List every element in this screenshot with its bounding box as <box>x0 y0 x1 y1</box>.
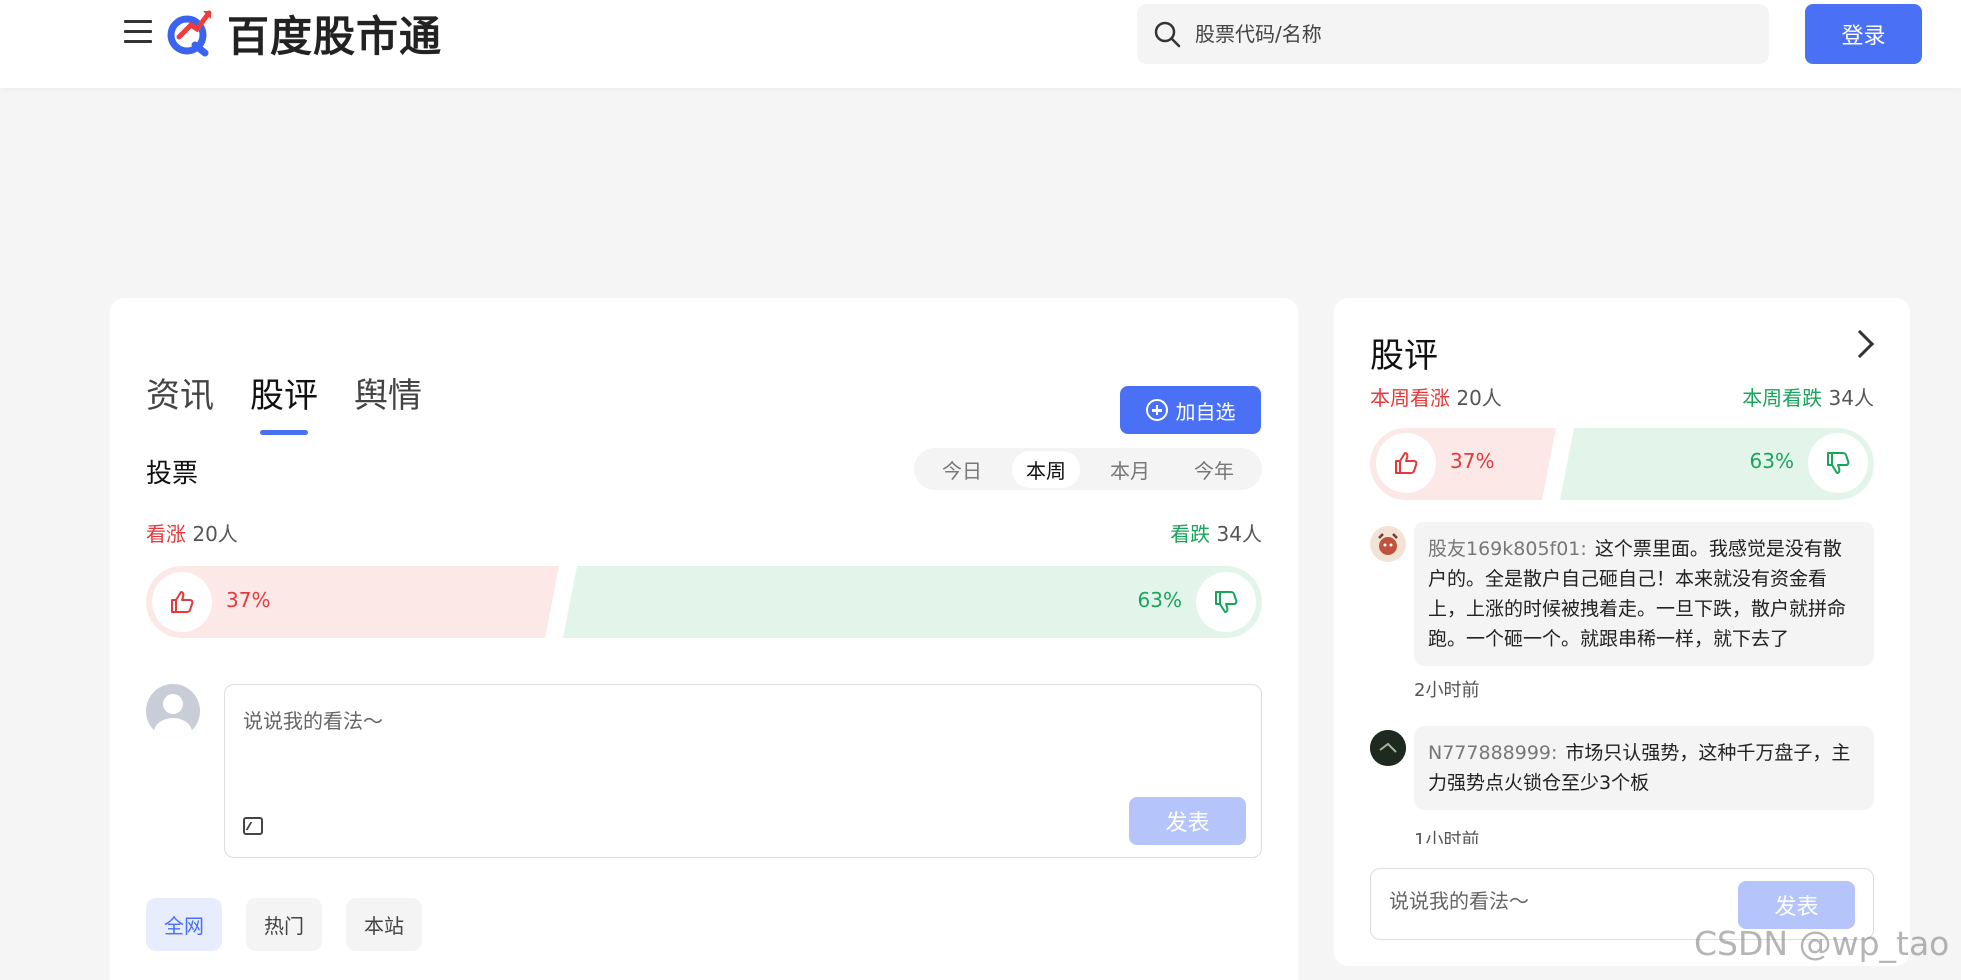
vote-up-button[interactable] <box>152 572 212 632</box>
vote-count-row: 看涨 20人 看跌 34人 <box>146 518 1262 547</box>
commenter-avatar[interactable] <box>1370 730 1406 766</box>
period-today[interactable]: 今日 <box>928 451 996 488</box>
thumbs-down-icon <box>1215 591 1238 613</box>
cartoon-avatar-icon <box>1378 533 1398 555</box>
commenter-avatar[interactable] <box>1370 526 1406 562</box>
up-count-value: 20人 <box>192 522 238 546</box>
side-vote-bar: 37% 63% <box>1370 428 1874 500</box>
down-count: 看跌 34人 <box>1170 518 1262 547</box>
comment-user[interactable]: N777888999: <box>1428 742 1557 764</box>
submit-comment-button[interactable]: 发表 <box>1129 797 1246 845</box>
thumbs-up-icon <box>171 591 194 613</box>
side-submit-button[interactable]: 发表 <box>1738 881 1855 929</box>
watermark: CSDN @wp_tao <box>1694 924 1950 963</box>
up-label: 看涨 <box>146 522 186 546</box>
filter-all[interactable]: 全网 <box>146 898 222 951</box>
search-input[interactable] <box>1195 22 1755 46</box>
search-bar[interactable] <box>1137 4 1769 64</box>
image-upload-icon[interactable] <box>243 817 263 835</box>
vote-title: 投票 <box>146 459 199 489</box>
side-vote-count-row: 本周看涨 20人 本周看跌 34人 <box>1370 382 1874 411</box>
down-percent: 63% <box>1137 588 1182 612</box>
logo-mark-icon <box>167 10 212 57</box>
down-label: 看跌 <box>1170 522 1211 546</box>
search-icon <box>1154 21 1181 48</box>
comment-item: 股友169k805f01: 这个票里面。我感觉是没有散户的。全是散户自己砸自己！本… <box>1370 522 1874 722</box>
side-down-count-value: 34人 <box>1828 386 1874 410</box>
comment-user[interactable]: 股友169k805f01: <box>1428 538 1587 560</box>
comment-time: 2小时前 <box>1414 680 1480 701</box>
side-down-count: 本周看跌 34人 <box>1742 382 1874 411</box>
filter-hot[interactable]: 热门 <box>246 898 322 951</box>
period-week[interactable]: 本周 <box>1012 450 1080 488</box>
period-selector: 今日 本周 本月 今年 <box>914 448 1262 490</box>
tab-stock-comments[interactable]: 股评 <box>250 368 318 435</box>
tab-public-opinion[interactable]: 舆情 <box>354 368 422 435</box>
side-comment-input[interactable] <box>1389 889 1719 913</box>
side-vote-down-button[interactable] <box>1808 433 1868 493</box>
add-watchlist-label: 加自选 <box>1175 399 1236 424</box>
comment-item: N777888999: 市场只认强势，这种千万盘子，主力强势点火锁仓至少3个板 1… <box>1370 726 1874 850</box>
thumbs-up-icon <box>1395 452 1418 474</box>
top-header: 百度股市通 登录 <box>0 0 1961 88</box>
add-watchlist-button[interactable]: 加自选 <box>1120 386 1261 434</box>
side-title: 股评 <box>1370 336 1438 376</box>
comment-time: 1小时前 <box>1414 830 1480 844</box>
comment-box: 发表 <box>224 684 1262 858</box>
tab-bar: 资讯 股评 舆情 <box>146 368 422 435</box>
down-count-value: 34人 <box>1216 522 1262 546</box>
main-card: 资讯 股评 舆情 加自选 投票 今日 本周 本月 今年 看涨 20人 看跌 34… <box>110 298 1298 980</box>
filter-row: 全网 热门 本站 <box>146 898 422 951</box>
up-percent: 37% <box>226 588 271 612</box>
side-up-label: 本周看涨 <box>1370 386 1450 410</box>
side-down-percent: 63% <box>1749 449 1794 473</box>
comment-bubble: N777888999: 市场只认强势，这种千万盘子，主力强势点火锁仓至少3个板 <box>1414 726 1874 810</box>
plus-circle-icon <box>1145 399 1168 421</box>
logo[interactable]: 百度股市通 <box>165 4 442 62</box>
comment-bubble: 股友169k805f01: 这个票里面。我感觉是没有散户的。全是散户自己砸自己！本… <box>1414 522 1874 666</box>
login-button[interactable]: 登录 <box>1805 4 1922 64</box>
side-card: 股评 本周看涨 20人 本周看跌 34人 37% 63% 股友169k805f0… <box>1334 298 1910 966</box>
side-up-count: 本周看涨 20人 <box>1370 382 1502 411</box>
side-up-percent: 37% <box>1450 449 1495 473</box>
chevron-right-icon[interactable] <box>1845 329 1875 359</box>
vote-down-button[interactable] <box>1196 572 1256 632</box>
filter-local[interactable]: 本站 <box>346 898 422 951</box>
side-up-count-value: 20人 <box>1456 386 1502 410</box>
period-month[interactable]: 本月 <box>1096 451 1164 488</box>
tab-news[interactable]: 资讯 <box>146 368 214 435</box>
photo-avatar-icon <box>1370 730 1406 766</box>
vote-bar: 37% 63% <box>146 566 1262 638</box>
side-down-label: 本周看跌 <box>1742 386 1823 410</box>
up-count: 看涨 20人 <box>146 518 238 547</box>
logo-text: 百度股市通 <box>227 11 443 61</box>
comment-input[interactable] <box>243 705 1223 785</box>
thumbs-down-icon <box>1827 452 1850 474</box>
period-year[interactable]: 今年 <box>1180 451 1248 488</box>
side-vote-up-button[interactable] <box>1376 433 1436 493</box>
menu-icon[interactable] <box>124 20 152 46</box>
user-avatar <box>146 684 200 738</box>
